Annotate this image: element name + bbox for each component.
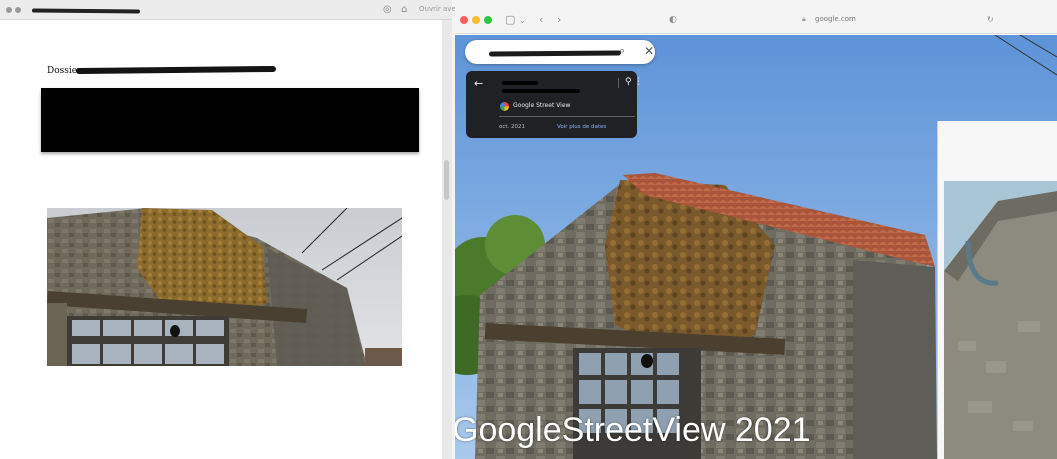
redacted-title — [31, 8, 141, 14]
close-icon[interactable]: ✕ — [644, 44, 654, 58]
more-options-icon[interactable]: ⋮ — [634, 77, 643, 87]
redacted-address — [488, 50, 622, 57]
search-icon[interactable]: ⌕ — [619, 44, 625, 58]
more-dates-link[interactable]: Voir plus de dates — [557, 124, 606, 130]
document-titlebar: ◎ ⌂ Ouvrir avec — [0, 0, 460, 20]
address-bar-url[interactable]: google.com — [815, 15, 856, 23]
privacy-shield-icon[interactable]: ◐ — [669, 15, 677, 25]
chevron-down-icon[interactable]: ⌄ — [519, 16, 526, 25]
screenshot-stage: ◎ ⌂ Ouvrir avec Dossier ▢ ⌄ ‹ › ◐ 🔒︎ goo… — [0, 0, 1057, 459]
document-scroll-thumb[interactable] — [444, 160, 449, 200]
share-icon[interactable]: ◎ — [383, 4, 392, 15]
overlay-photo-partial — [937, 121, 1057, 459]
back-arrow-icon[interactable]: ← — [474, 77, 483, 90]
browser-toolbar: ▢ ⌄ ‹ › ◐ 🔒︎ google.com ↻ — [455, 7, 1057, 34]
photo-caption: GoogleStreetView 2021 — [455, 411, 811, 449]
browser-maximize-dot[interactable] — [484, 16, 492, 24]
card-separator — [499, 116, 635, 117]
pin-icon[interactable]: ⚲ — [625, 77, 632, 87]
browser-minimize-dot[interactable] — [472, 16, 480, 24]
card-divider — [618, 78, 619, 88]
document-window: ◎ ⌂ Ouvrir avec Dossier — [0, 0, 460, 459]
reload-icon[interactable]: ↻ — [987, 15, 994, 24]
service-name: Google Street View — [513, 102, 571, 109]
sidebar-icon[interactable]: ▢ — [505, 13, 515, 26]
window-close-dot[interactable] — [6, 7, 12, 13]
redacted-location-line-1 — [502, 81, 538, 85]
forward-icon[interactable]: › — [557, 13, 561, 26]
open-with-label[interactable]: Ouvrir avec — [419, 5, 460, 13]
barn-photo-recent — [47, 208, 402, 366]
export-icon[interactable]: ⌂ — [401, 4, 407, 15]
redacted-dossier-name — [75, 65, 277, 75]
window-minimize-dot[interactable] — [15, 7, 21, 13]
streetview-info-card: ← ⚲ ⋮ Google Street View oct. 2021 Voir … — [466, 71, 643, 138]
redacted-location-line-2 — [502, 89, 580, 93]
capture-date: oct. 2021 — [499, 124, 526, 130]
maps-search-box[interactable]: ⌕ ✕ — [465, 40, 655, 64]
back-icon[interactable]: ‹ — [539, 13, 543, 26]
redaction-block — [41, 88, 419, 152]
lock-icon: 🔒︎ — [802, 15, 806, 23]
browser-close-dot[interactable] — [460, 16, 468, 24]
document-scrollbar[interactable] — [442, 20, 452, 459]
google-street-view-logo-icon — [500, 102, 509, 111]
